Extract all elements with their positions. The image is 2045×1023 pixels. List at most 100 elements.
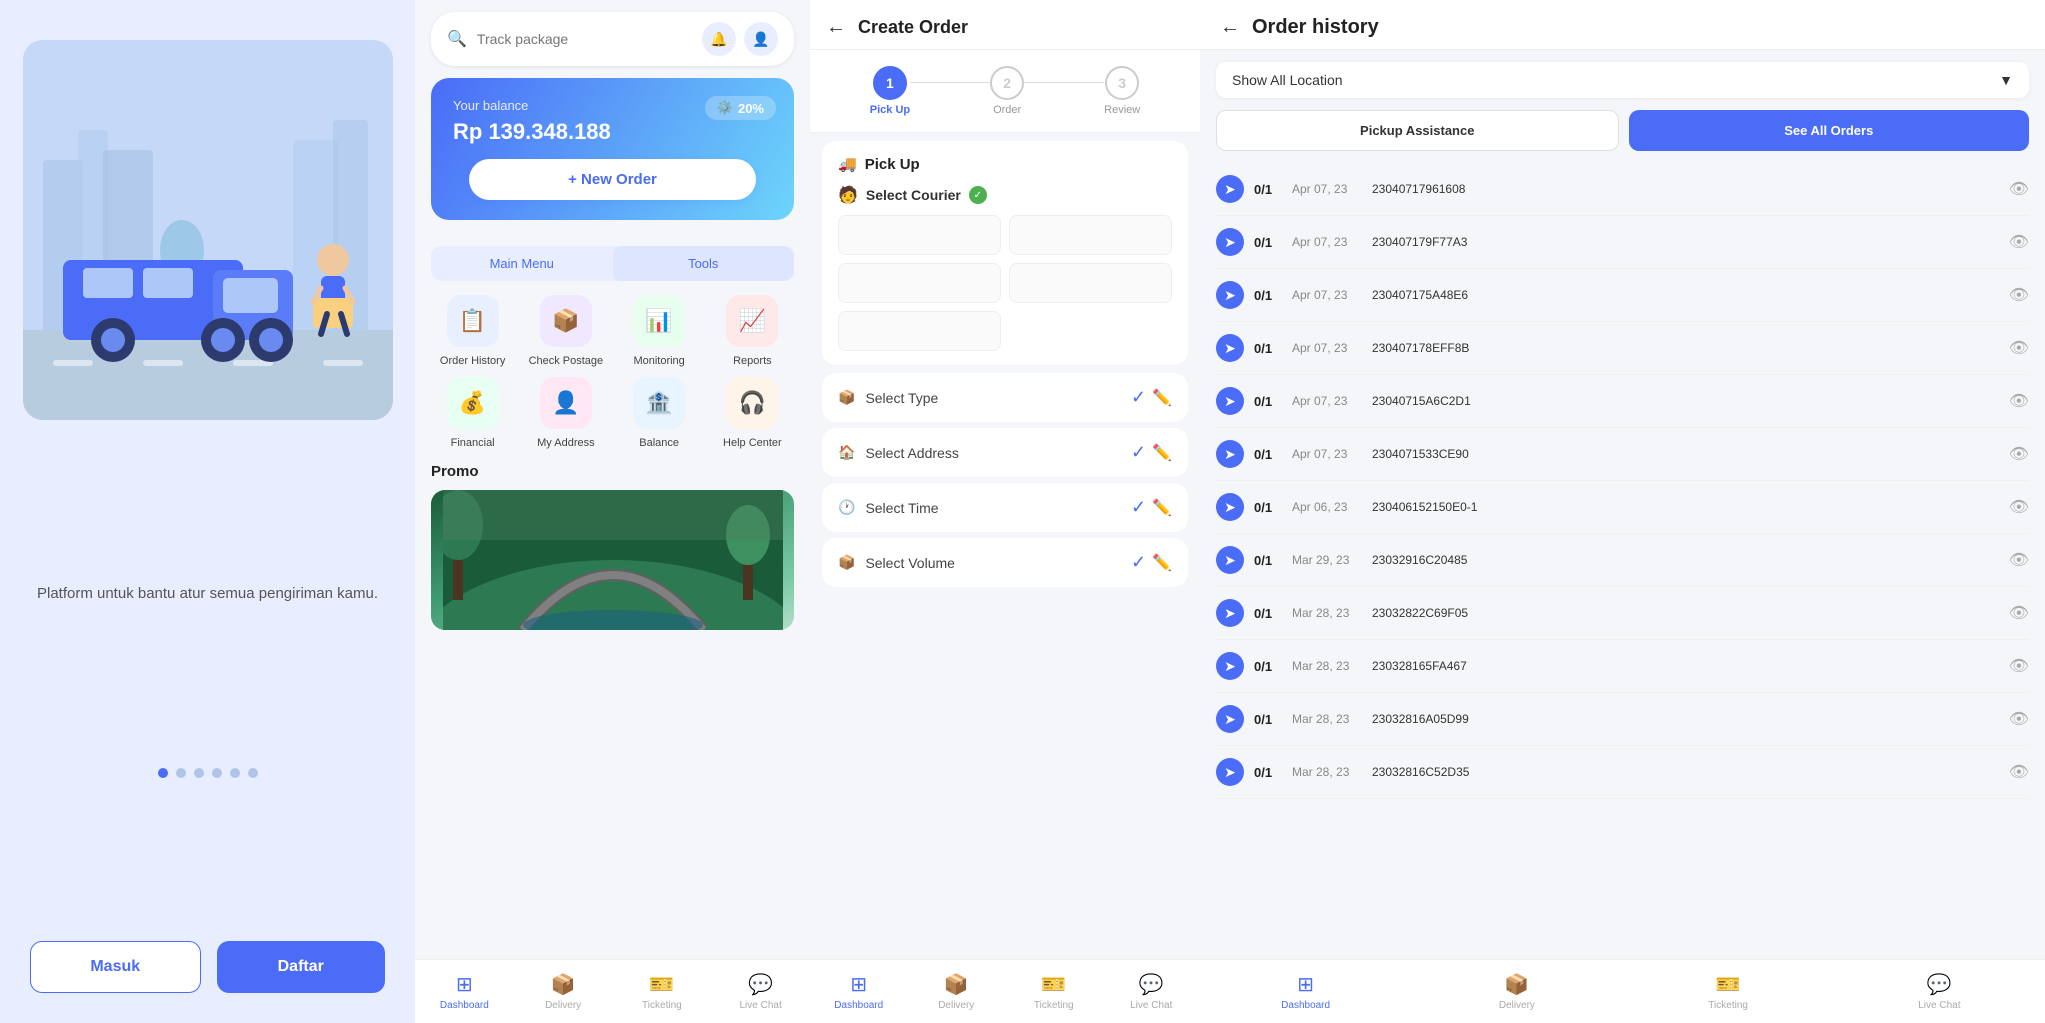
co-nav-livechat[interactable]: 💬 Live Chat <box>1103 968 1201 1015</box>
nav-ticketing[interactable]: 🎫 Ticketing <box>613 968 712 1015</box>
menu-help-center[interactable]: 🎧 Help Center <box>711 377 794 449</box>
dot-2[interactable] <box>176 768 186 778</box>
nav-delivery[interactable]: 📦 Delivery <box>514 968 613 1015</box>
tab-tools[interactable]: Tools <box>613 246 795 281</box>
order-date-11: Mar 28, 23 <box>1292 765 1362 779</box>
nav-dashboard[interactable]: ⊞ Dashboard <box>415 968 514 1015</box>
co-nav-delivery[interactable]: 📦 Delivery <box>908 968 1006 1015</box>
livechat-icon: 💬 <box>748 972 773 997</box>
dashboard-icon: ⊞ <box>456 972 473 997</box>
tab-main-menu[interactable]: Main Menu <box>431 246 613 281</box>
courier-box-5[interactable] <box>838 311 1001 351</box>
pickup-assistance-button[interactable]: Pickup Assistance <box>1216 110 1619 151</box>
order-eye-4[interactable]: 👁 <box>2009 391 2029 411</box>
notification-icon[interactable]: 🔔 <box>702 22 736 56</box>
select-time-row[interactable]: 🕐 Select Time ✓ ✏️ <box>822 483 1188 532</box>
order-eye-5[interactable]: 👁 <box>2009 444 2029 464</box>
menu-order-history[interactable]: 📋 Order History <box>431 295 514 367</box>
order-arrow-6[interactable]: ➤ <box>1216 493 1244 521</box>
order-count-5: 0/1 <box>1254 447 1282 462</box>
order-eye-11[interactable]: 👁 <box>2009 762 2029 782</box>
history-bottom-nav: ⊞ Dashboard 📦 Delivery 🎫 Ticketing 💬 Liv… <box>1200 959 2045 1023</box>
order-eye-6[interactable]: 👁 <box>2009 497 2029 517</box>
order-arrow-3[interactable]: ➤ <box>1216 334 1244 362</box>
balance-amount: Rp 139.348.188 <box>453 119 772 145</box>
balance-card: Your balance Rp 139.348.188 ⚙️ 20% + New… <box>431 78 794 220</box>
h-nav-dashboard[interactable]: ⊞ Dashboard <box>1200 968 1411 1015</box>
order-eye-7[interactable]: 👁 <box>2009 550 2029 570</box>
courier-box-1[interactable] <box>838 215 1001 255</box>
co-nav-ticketing[interactable]: 🎫 Ticketing <box>1005 968 1103 1015</box>
see-all-orders-button[interactable]: See All Orders <box>1629 110 2030 151</box>
menu-financial[interactable]: 💰 Financial <box>431 377 514 449</box>
order-arrow-4[interactable]: ➤ <box>1216 387 1244 415</box>
h-nav-ticketing[interactable]: 🎫 Ticketing <box>1623 968 1834 1015</box>
search-input[interactable] <box>477 31 692 47</box>
order-arrow-1[interactable]: ➤ <box>1216 228 1244 256</box>
menu-monitoring[interactable]: 📊 Monitoring <box>618 295 701 367</box>
courier-box-2[interactable] <box>1009 215 1172 255</box>
order-eye-0[interactable]: 👁 <box>2009 179 2029 199</box>
address-edit-icon[interactable]: ✏️ <box>1152 443 1172 463</box>
h-nav-livechat[interactable]: 💬 Live Chat <box>1834 968 2045 1015</box>
dot-6[interactable] <box>248 768 258 778</box>
promo-image[interactable] <box>431 490 794 630</box>
dot-3[interactable] <box>194 768 204 778</box>
delivery-icon: 📦 <box>551 972 576 997</box>
order-eye-3[interactable]: 👁 <box>2009 338 2029 358</box>
order-arrow-0[interactable]: ➤ <box>1216 175 1244 203</box>
volume-edit-icon[interactable]: ✏️ <box>1152 553 1172 573</box>
menu-balance[interactable]: 🏦 Balance <box>618 377 701 449</box>
type-edit-icon[interactable]: ✏️ <box>1152 388 1172 408</box>
pickup-section: 🚚 Pick Up 🧑 Select Courier ✓ <box>822 141 1188 365</box>
type-check-icon: ✓ <box>1131 387 1146 408</box>
order-eye-1[interactable]: 👁 <box>2009 232 2029 252</box>
location-dropdown[interactable]: Show All Location ▼ <box>1216 62 2029 98</box>
order-arrow-11[interactable]: ➤ <box>1216 758 1244 786</box>
select-address-row[interactable]: 🏠 Select Address ✓ ✏️ <box>822 428 1188 477</box>
menu-check-postage[interactable]: 📦 Check Postage <box>524 295 607 367</box>
menu-label-balance: Balance <box>639 437 679 449</box>
order-id-4: 23040715A6C2D1 <box>1372 394 1999 408</box>
nav-label-dashboard: Dashboard <box>440 1000 489 1011</box>
balance-icon: 🏦 <box>633 377 685 429</box>
time-edit-icon[interactable]: ✏️ <box>1152 498 1172 518</box>
order-date-2: Apr 07, 23 <box>1292 288 1362 302</box>
courier-box-3[interactable] <box>838 263 1001 303</box>
menu-reports[interactable]: 📈 Reports <box>711 295 794 367</box>
courier-box-4[interactable] <box>1009 263 1172 303</box>
order-eye-2[interactable]: 👁 <box>2009 285 2029 305</box>
co-nav-dashboard[interactable]: ⊞ Dashboard <box>810 968 908 1015</box>
history-item-5: ➤ 0/1 Apr 07, 23 2304071533CE90 👁 <box>1216 428 2029 481</box>
dot-1[interactable] <box>158 768 168 778</box>
menu-my-address[interactable]: 👤 My Address <box>524 377 607 449</box>
masuk-button[interactable]: Masuk <box>30 941 201 993</box>
daftar-button[interactable]: Daftar <box>217 941 386 993</box>
avatar-icon[interactable]: 👤 <box>744 22 778 56</box>
menu-tabs: Main Menu Tools <box>431 246 794 281</box>
history-back-button[interactable]: ← <box>1220 16 1240 39</box>
order-eye-10[interactable]: 👁 <box>2009 709 2029 729</box>
help-center-icon: 🎧 <box>726 377 778 429</box>
back-button[interactable]: ← <box>826 16 846 39</box>
search-bar[interactable]: 🔍 🔔 👤 <box>431 12 794 66</box>
h-nav-delivery[interactable]: 📦 Delivery <box>1411 968 1622 1015</box>
dot-4[interactable] <box>212 768 222 778</box>
order-eye-9[interactable]: 👁 <box>2009 656 2029 676</box>
order-arrow-5[interactable]: ➤ <box>1216 440 1244 468</box>
order-arrow-8[interactable]: ➤ <box>1216 599 1244 627</box>
order-arrow-7[interactable]: ➤ <box>1216 546 1244 574</box>
new-order-button[interactable]: + New Order <box>469 159 756 200</box>
order-arrow-2[interactable]: ➤ <box>1216 281 1244 309</box>
select-type-row[interactable]: 📦 Select Type ✓ ✏️ <box>822 373 1188 422</box>
order-arrow-10[interactable]: ➤ <box>1216 705 1244 733</box>
monitoring-icon: 📊 <box>633 295 685 347</box>
select-volume-row[interactable]: 📦 Select Volume ✓ ✏️ <box>822 538 1188 587</box>
order-eye-8[interactable]: 👁 <box>2009 603 2029 623</box>
nav-livechat[interactable]: 💬 Live Chat <box>711 968 810 1015</box>
dot-5[interactable] <box>230 768 240 778</box>
order-count-2: 0/1 <box>1254 288 1282 303</box>
history-title: Order history <box>1252 16 1379 39</box>
order-arrow-9[interactable]: ➤ <box>1216 652 1244 680</box>
courier-grid <box>838 215 1172 351</box>
